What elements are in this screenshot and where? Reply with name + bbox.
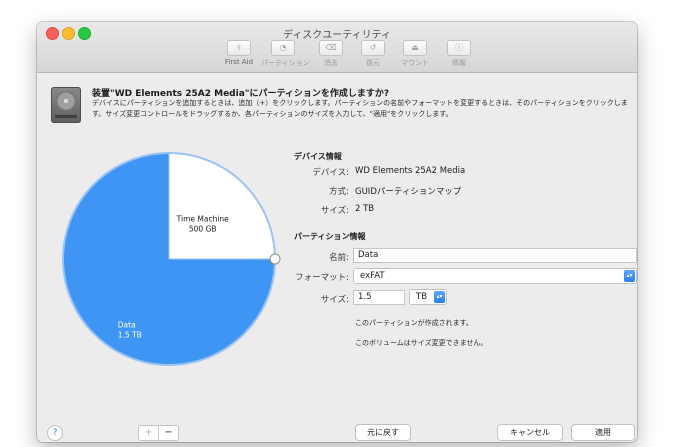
size-unit-value: TB — [416, 292, 428, 302]
restore-icon: ↺ — [361, 40, 385, 56]
sheet-description: デバイスにパーティションを追加するときは、追加（+）をクリックします。パーティシ… — [92, 99, 628, 118]
device-size-label: サイズ: — [320, 206, 349, 216]
partition-size-input[interactable]: 1.5 — [353, 290, 405, 305]
toolbar-label: 復元 — [366, 59, 380, 67]
stethoscope-icon: ⚕ — [227, 40, 251, 56]
remove-partition-button[interactable]: − — [158, 425, 179, 441]
cancel-button[interactable]: キャンセル — [497, 424, 563, 441]
device-info-heading: デバイス情報 — [294, 152, 342, 161]
apply-button[interactable]: 適用 — [571, 424, 635, 441]
format-select[interactable]: exFAT ▴▾ — [353, 268, 637, 284]
window-title: ディスクユーティリティ — [282, 30, 392, 41]
format-value: exFAT — [360, 271, 385, 281]
partition-button[interactable]: ◔ パーティション — [261, 40, 310, 68]
partition-info-heading: パーティション情報 — [294, 232, 366, 241]
up-down-chevron-icon: ▴▾ — [434, 291, 445, 303]
pie-label-data-size: 1.5 TB — [118, 330, 142, 339]
partition-pie-chart[interactable]: Time Machine 500 GB Data 1.5 TB — [51, 141, 287, 377]
external-disk-icon — [51, 87, 81, 123]
toolbar-label: 消去 — [324, 59, 338, 67]
pie-label-time-machine-name: Time Machine — [176, 214, 230, 223]
size-label: サイズ: — [320, 295, 349, 305]
device-label: デバイス: — [312, 168, 349, 178]
not-resizable-note: このボリュームはサイズ変更できません。 — [355, 339, 488, 347]
pie-label-time-machine-size: 500 GB — [189, 224, 217, 233]
restore-button[interactable]: ↺ 復元 — [351, 40, 395, 68]
help-button[interactable]: ? — [47, 425, 63, 441]
toolbar-label: パーティション — [261, 59, 310, 67]
add-partition-button[interactable]: + — [138, 425, 159, 441]
disk-utility-window: ディスクユーティリティ ⚕ First Aid ◔ パーティション ⌫ 消去 ↺… — [37, 22, 637, 442]
scheme-value: GUIDパーティションマップ — [355, 187, 462, 197]
info-icon: ⓘ — [447, 40, 471, 56]
toolbar-label: 情報 — [452, 59, 466, 67]
scheme-label: 方式: — [329, 187, 349, 197]
pie-label-data-name: Data — [118, 320, 136, 329]
size-unit-select[interactable]: TB ▴▾ — [409, 289, 447, 305]
info-button[interactable]: ⓘ 情報 — [437, 40, 481, 68]
partition-sheet: 装置"WD Elements 25A2 Media"にパーティションを作成します… — [37, 73, 637, 442]
mount-icon: ⏏ — [403, 40, 427, 56]
format-label: フォーマット: — [295, 273, 349, 283]
mount-button[interactable]: ⏏ マウント — [393, 40, 437, 68]
toolbar-label: マウント — [401, 59, 429, 67]
up-down-chevron-icon: ▴▾ — [624, 270, 635, 282]
device-size-value: 2 TB — [355, 204, 375, 214]
partition-icon: ◔ — [271, 40, 295, 56]
erase-button[interactable]: ⌫ 消去 — [309, 40, 353, 68]
erase-icon: ⌫ — [319, 40, 343, 56]
device-value: WD Elements 25A2 Media — [355, 166, 466, 176]
name-label: 名前: — [329, 253, 349, 263]
titlebar: ディスクユーティリティ ⚕ First Aid ◔ パーティション ⌫ 消去 ↺… — [37, 22, 637, 73]
partition-created-note: このパーティションが作成されます。 — [355, 319, 473, 327]
first-aid-button[interactable]: ⚕ First Aid — [217, 40, 261, 66]
toolbar-label: First Aid — [224, 58, 254, 66]
revert-button[interactable]: 元に戻す — [355, 424, 411, 441]
partition-name-input[interactable]: Data — [353, 248, 637, 263]
